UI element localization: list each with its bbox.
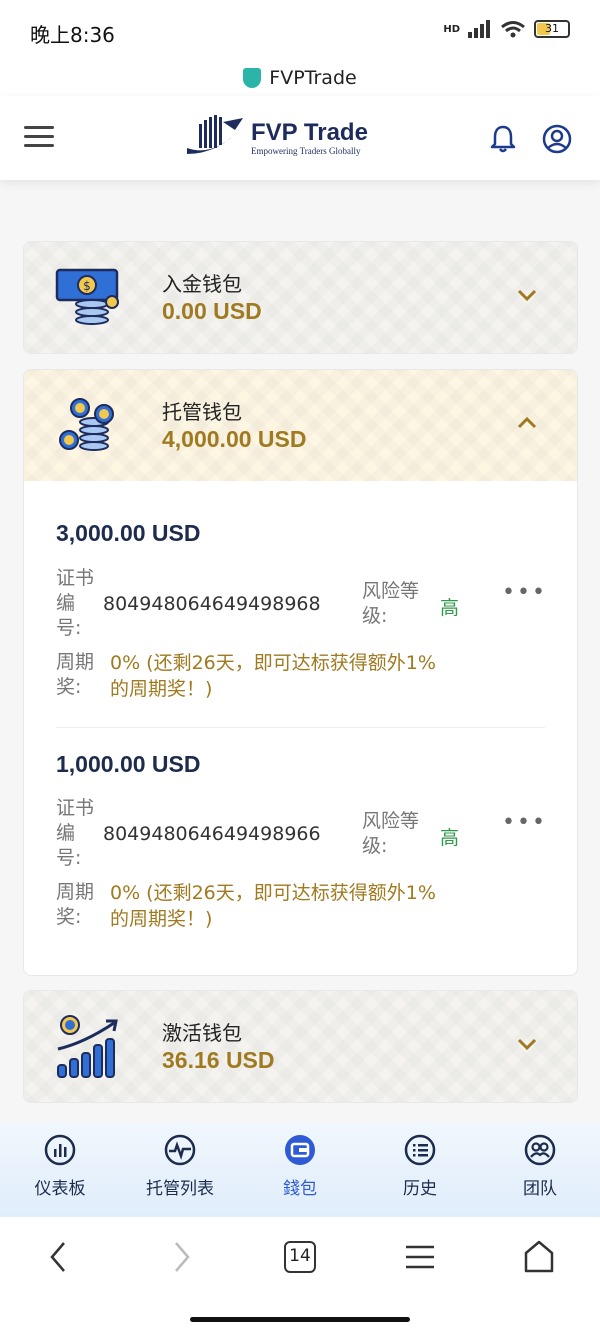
risk-value: 高 <box>440 827 460 849</box>
url-bar[interactable]: FVPTrade <box>0 60 600 96</box>
bonus-text: 0% (还剩26天，即可达标获得额外1%的周期奖！) <box>110 652 436 700</box>
home-indicator[interactable] <box>190 1317 410 1322</box>
coin-stack-icon <box>59 398 114 451</box>
team-icon <box>524 1134 556 1166</box>
wallet-name: 入金钱包 <box>162 272 242 296</box>
dashboard-icon <box>44 1134 76 1166</box>
cert-number: 804948064649498968 <box>103 593 321 615</box>
browser-toolbar: 14 <box>0 1217 600 1333</box>
wallet-name: 托管钱包 <box>162 400 242 424</box>
status-time: 晚上8:36 <box>30 23 115 47</box>
list-icon <box>404 1134 436 1166</box>
tab-label: 仪表板 <box>34 1179 86 1199</box>
tab-label: 托管列表 <box>146 1179 214 1199</box>
tab-label: 历史 <box>403 1179 437 1199</box>
more-options-icon[interactable]: ••• <box>502 810 547 835</box>
home-icon[interactable] <box>522 1237 556 1277</box>
divider <box>56 727 545 728</box>
custody-wallet-card: 托管钱包 4,000.00 USD 3,000.00 USD 证书编号: 804… <box>23 369 578 976</box>
wallet-amount: 4,000.00 USD <box>162 426 307 452</box>
tab-label: 錢包 <box>283 1179 317 1199</box>
cert-number: 804948064649498966 <box>103 823 321 845</box>
chevron-up-icon[interactable] <box>516 416 538 430</box>
risk-label: 风险等级: <box>362 810 420 857</box>
tab-history[interactable]: 历史 <box>360 1122 480 1217</box>
risk-label: 风险等级: <box>362 580 420 627</box>
deposit-wallet-header[interactable]: $ 入金钱包 0.00 USD <box>24 242 577 353</box>
status-bar: 晚上8:36 HD 31 <box>0 0 600 60</box>
wallet-amount: 36.16 USD <box>162 1047 275 1073</box>
wallet-name: 激活钱包 <box>162 1021 242 1045</box>
pulse-icon <box>164 1134 196 1166</box>
network-label: HD <box>443 23 460 35</box>
logo-mark-icon <box>187 115 243 154</box>
back-arrow-icon[interactable] <box>44 1237 74 1277</box>
bonus-label: 周期奖: <box>56 651 95 698</box>
brand-logo[interactable]: FVP Trade Empowering Traders Globally <box>185 114 368 162</box>
url-title: FVPTrade <box>269 67 357 89</box>
forward-arrow-icon[interactable] <box>166 1237 196 1277</box>
menu-icon[interactable] <box>24 126 54 148</box>
growth-chart-icon <box>57 1015 118 1078</box>
wallet-icon <box>285 1135 315 1165</box>
custody-wallet-header[interactable]: 托管钱包 4,000.00 USD <box>24 370 577 481</box>
notification-bell-icon[interactable] <box>488 124 518 154</box>
cert-label: 证书编号: <box>56 797 95 869</box>
user-profile-icon[interactable] <box>542 124 572 154</box>
tab-wallet[interactable]: 錢包 <box>240 1122 360 1217</box>
risk-value: 高 <box>440 597 460 619</box>
tab-label: 团队 <box>523 1179 557 1199</box>
deposit-amount: 1,000.00 USD <box>56 751 201 777</box>
cash-stack-icon: $ <box>55 268 119 325</box>
bottom-tab-bar: 仪表板 托管列表 錢包 历史 团队 <box>0 1122 600 1217</box>
wifi-icon <box>501 21 525 38</box>
logo-title: FVP Trade <box>251 119 368 146</box>
tab-custody-list[interactable]: 托管列表 <box>120 1122 240 1217</box>
chevron-down-icon[interactable] <box>516 288 538 302</box>
menu-lines-icon[interactable] <box>404 1237 436 1277</box>
cert-label: 证书编号: <box>56 567 95 639</box>
activation-wallet-header[interactable]: 激活钱包 36.16 USD <box>24 991 577 1102</box>
secure-shield-icon <box>243 68 262 88</box>
more-options-icon[interactable]: ••• <box>502 580 547 605</box>
svg-text:$: $ <box>83 279 91 293</box>
tab-dashboard[interactable]: 仪表板 <box>0 1122 120 1217</box>
tabs-count-button[interactable]: 14 <box>284 1241 316 1273</box>
tab-team[interactable]: 团队 <box>480 1122 600 1217</box>
deposit-wallet-card: $ 入金钱包 0.00 USD <box>23 241 578 354</box>
wallet-amount: 0.00 USD <box>162 298 262 324</box>
battery-icon: 31 <box>534 20 570 38</box>
logo-tagline: Empowering Traders Globally <box>251 146 361 156</box>
activation-wallet-card: 激活钱包 36.16 USD <box>23 990 578 1103</box>
deposit-amount: 3,000.00 USD <box>56 520 201 546</box>
chevron-down-icon[interactable] <box>516 1037 538 1051</box>
signal-icon <box>468 20 490 38</box>
bonus-text: 0% (还剩26天，即可达标获得额外1%的周期奖！) <box>110 882 436 930</box>
bonus-label: 周期奖: <box>56 881 95 928</box>
status-icons: HD 31 <box>443 20 570 38</box>
